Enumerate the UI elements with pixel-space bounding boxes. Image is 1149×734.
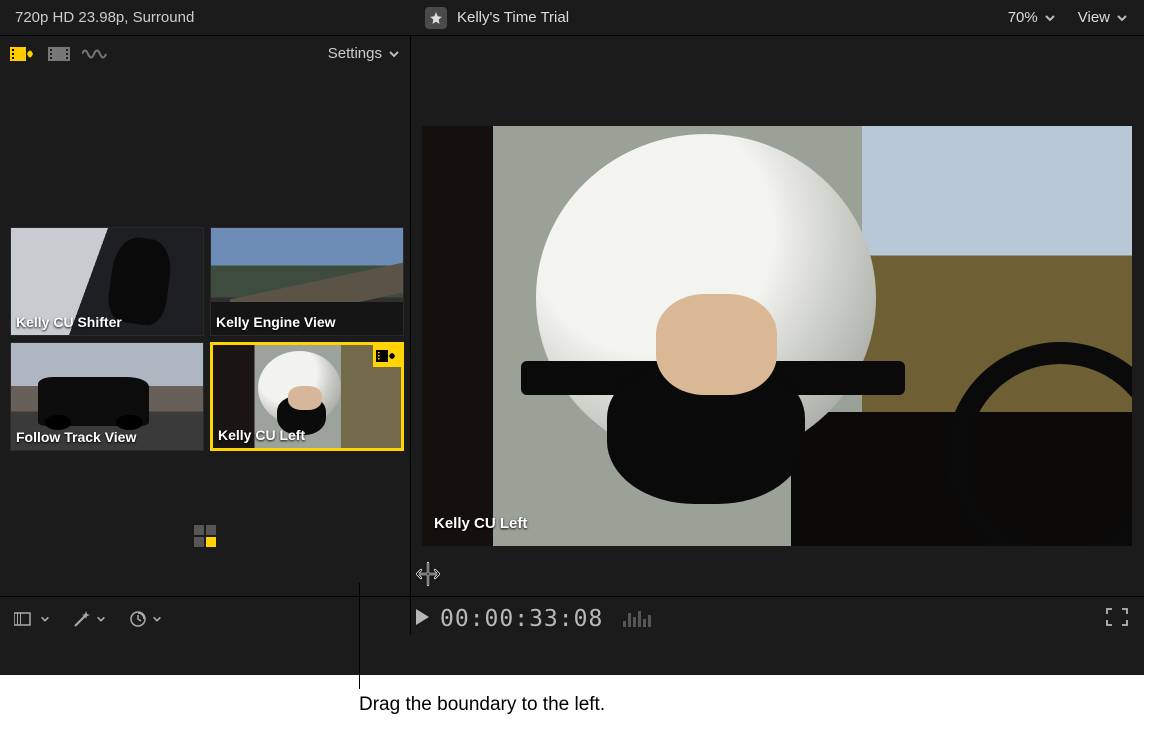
app-root: 720p HD 23.98p, Surround Kelly's Time Tr…: [0, 0, 1149, 734]
callout-text: Drag the boundary to the left.: [359, 694, 605, 716]
audio-switch-icon[interactable]: [82, 45, 108, 63]
angle-label: Follow Track View: [16, 429, 136, 445]
favorite-button[interactable]: [425, 7, 447, 29]
chevron-down-icon: [1044, 12, 1056, 24]
angle-label: Kelly Engine View: [216, 314, 336, 330]
angle-layout-row: [0, 521, 410, 551]
viewer-area: Kelly CU Left: [410, 36, 1144, 596]
callout-leader-line: [359, 583, 360, 689]
chevron-down-icon: [40, 614, 50, 624]
angle-viewer-panel: Settings Kelly CU Shifter Kelly Engine V…: [0, 36, 410, 596]
angle-tile[interactable]: Kelly CU Shifter: [10, 227, 204, 336]
viewer-topbar: 720p HD 23.98p, Surround Kelly's Time Tr…: [0, 0, 1144, 36]
angle-layout-button[interactable]: [194, 525, 216, 547]
panel-divider[interactable]: [410, 35, 411, 635]
project-name[interactable]: Kelly's Time Trial: [457, 9, 998, 26]
video-audio-switch-icon[interactable]: [10, 45, 36, 63]
zoom-value: 70%: [1008, 9, 1038, 26]
settings-label: Settings: [328, 45, 382, 62]
timeline-toolbar: 00:00:33:08: [0, 596, 1144, 641]
chevron-down-icon: [96, 614, 106, 624]
timeline-tools-left: [0, 609, 404, 629]
audio-meter-icon[interactable]: [623, 611, 651, 627]
viewer-frame[interactable]: Kelly CU Left: [422, 126, 1132, 546]
resize-cursor-icon: [414, 560, 442, 593]
view-menu[interactable]: View: [1068, 9, 1144, 26]
chevron-down-icon: [1116, 12, 1128, 24]
angle-switch-tabs: Settings: [0, 36, 410, 71]
editor-window: 720p HD 23.98p, Surround Kelly's Time Tr…: [0, 0, 1144, 675]
video-switch-icon[interactable]: [48, 45, 70, 63]
format-label: 720p HD 23.98p, Surround: [0, 9, 425, 26]
chevron-down-icon: [152, 614, 162, 624]
play-button[interactable]: [414, 606, 430, 632]
angle-tile[interactable]: Follow Track View: [10, 342, 204, 451]
active-angle-badge-icon: [373, 345, 401, 367]
angle-settings-menu[interactable]: Settings: [328, 45, 400, 62]
viewer-image: [422, 126, 1132, 546]
clip-appearance-button[interactable]: [14, 610, 50, 628]
angle-label: Kelly CU Shifter: [16, 314, 122, 330]
body-split: Settings Kelly CU Shifter Kelly Engine V…: [0, 36, 1144, 596]
timecode-display[interactable]: 00:00:33:08: [440, 606, 603, 632]
viewer-clip-label: Kelly CU Left: [434, 515, 527, 532]
angle-tile-active[interactable]: Kelly CU Left: [210, 342, 404, 451]
angle-grid: Kelly CU Shifter Kelly Engine View Follo…: [10, 227, 404, 451]
fullscreen-button[interactable]: [1106, 606, 1128, 632]
angle-tile[interactable]: Kelly Engine View: [210, 227, 404, 336]
angle-label: Kelly CU Left: [218, 427, 305, 443]
star-icon: [429, 11, 443, 25]
chevron-down-icon: [388, 48, 400, 60]
angle-grid-container: Kelly CU Shifter Kelly Engine View Follo…: [0, 71, 410, 596]
zoom-menu[interactable]: 70%: [998, 9, 1068, 26]
effects-button[interactable]: [72, 609, 106, 629]
retime-button[interactable]: [128, 609, 162, 629]
view-label: View: [1078, 9, 1110, 26]
